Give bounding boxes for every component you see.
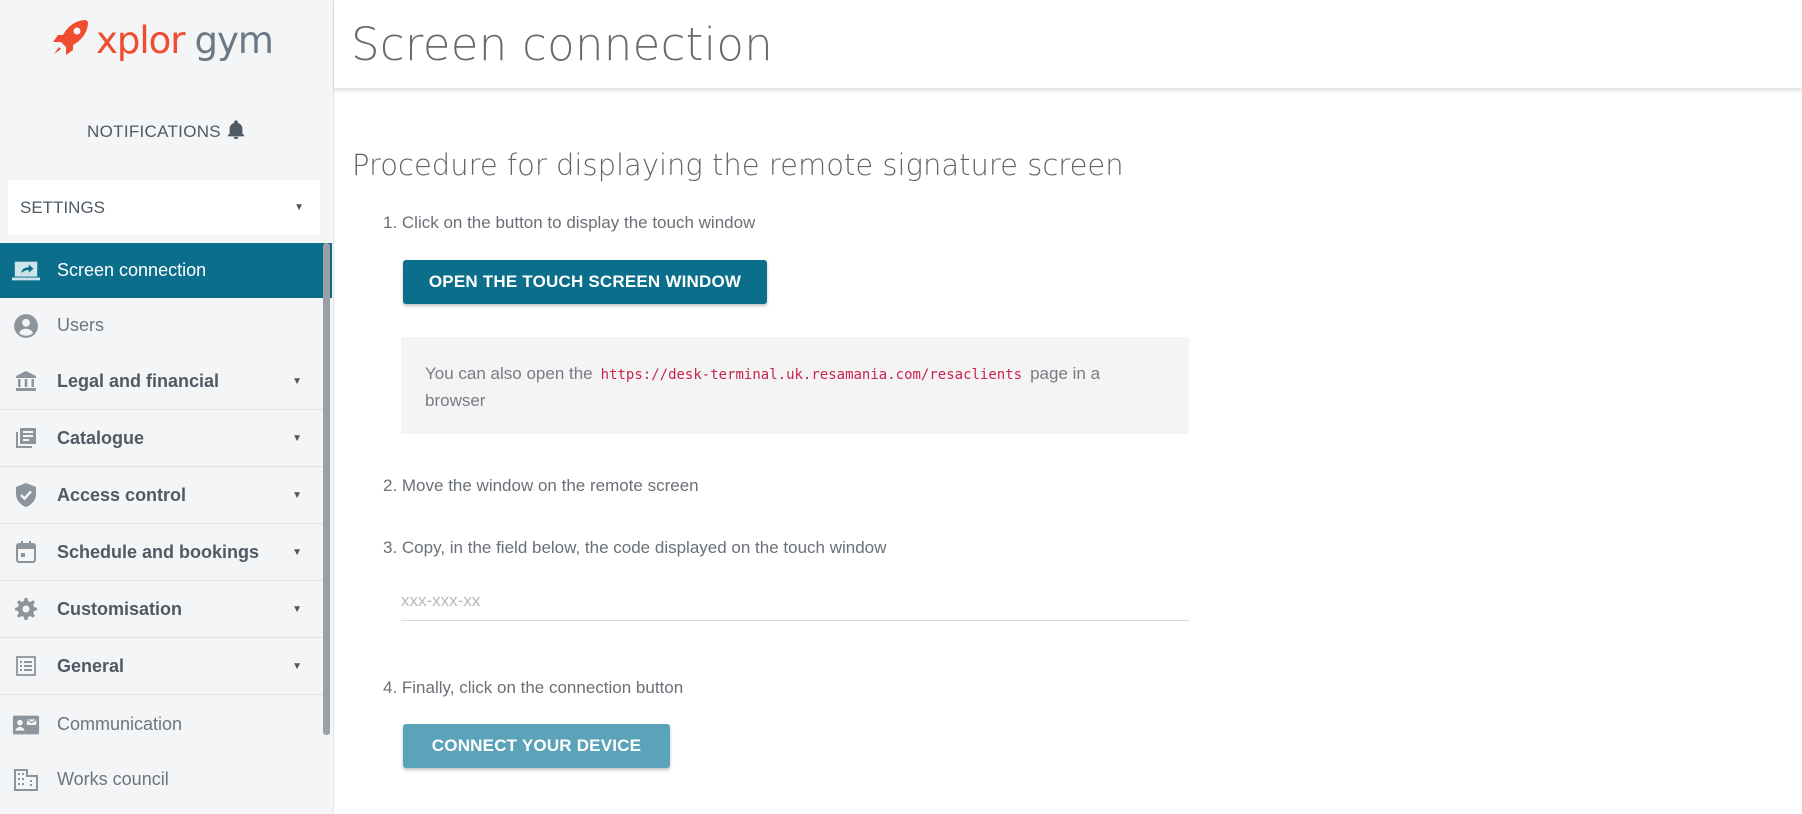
caret-down-icon: ▼ (292, 660, 302, 672)
sidebar-item-users[interactable]: Users (0, 298, 332, 353)
sidebar-item-label: Access control (57, 484, 187, 505)
caret-down-icon: ▼ (292, 546, 302, 558)
open-touch-screen-window-button[interactable]: OPEN THE TOUCH SCREEN WINDOW (403, 260, 767, 304)
account-circle-icon (12, 312, 40, 340)
resaclients-url[interactable]: https://desk-terminal.uk.resamania.com/r… (601, 367, 1022, 383)
sidebar-item-label: Legal and financial (57, 370, 220, 391)
step-2-text: 2. Move the window on the remote screen (383, 476, 699, 495)
section-title: Procedure for displaying the remote sign… (352, 148, 1124, 182)
sidebar-item-general[interactable]: General ▼ (0, 638, 332, 695)
rocket-icon (50, 18, 90, 63)
step-4-text: 4. Finally, click on the connection butt… (383, 678, 684, 697)
contact-mail-icon (12, 711, 40, 739)
caret-down-icon: ▼ (292, 603, 302, 615)
logo-word-gym: gym (194, 18, 274, 62)
caret-down-icon: ▼ (292, 432, 302, 444)
sidebar-item-label: Communication (57, 714, 183, 734)
list-icon (12, 652, 40, 680)
sidebar: xplor gym NOTIFICATIONS SETTINGS ▼ Scree… (0, 0, 334, 814)
calendar-icon (12, 538, 40, 566)
laptop-share-icon (12, 257, 40, 285)
caret-down-icon: ▼ (292, 489, 302, 501)
bank-icon (12, 367, 40, 395)
logo-word-xplor: xplor (96, 18, 186, 62)
page-title: Screen connection (351, 18, 774, 71)
caret-down-icon: ▼ (294, 202, 304, 213)
sidebar-item-screen-connection[interactable]: Screen connection (0, 243, 332, 298)
sidebar-item-label: Customisation (57, 598, 183, 619)
office-building-icon (12, 766, 40, 794)
connect-your-device-button[interactable]: CONNECT YOUR DEVICE (403, 724, 670, 768)
step-3-text: 3. Copy, in the field below, the code di… (383, 538, 887, 557)
caret-down-icon: ▼ (292, 375, 302, 387)
sidebar-item-label: Works council (57, 769, 169, 789)
sidebar-item-label: Users (57, 315, 105, 335)
step-1-text: 1. Click on the button to display the to… (383, 213, 756, 232)
page-header: Screen connection (334, 0, 1802, 89)
sidebar-item-label: Catalogue (57, 427, 145, 448)
sidebar-item-catalogue[interactable]: Catalogue ▼ (0, 410, 332, 467)
sidebar-item-access-control[interactable]: Access control ▼ (0, 467, 332, 524)
info-box: You can also open the https://desk-termin… (401, 337, 1189, 434)
sidebar-item-works-council[interactable]: Works council (0, 752, 332, 807)
info-prefix: You can also open the (425, 364, 593, 383)
gear-icon (12, 595, 40, 623)
sidebar-scrollbar[interactable] (323, 243, 330, 735)
sidebar-item-label: General (57, 655, 125, 676)
notifications-label: NOTIFICATIONS (87, 122, 221, 141)
sidebar-item-schedule-and-bookings[interactable]: Schedule and bookings ▼ (0, 524, 332, 581)
device-code-input[interactable] (401, 582, 1189, 621)
settings-select-value: SETTINGS (20, 197, 106, 217)
info-suffix-2: browser (425, 391, 486, 410)
library-books-icon (12, 424, 40, 452)
sidebar-item-label: Schedule and bookings (57, 541, 260, 562)
sidebar-item-label: Screen connection (57, 260, 207, 280)
sidebar-item-legal-and-financial[interactable]: Legal and financial ▼ (0, 353, 332, 410)
shield-check-icon (12, 481, 40, 509)
info-suffix: page in a (1030, 364, 1101, 383)
bell-icon (221, 118, 247, 147)
logo[interactable]: xplor gym (50, 12, 274, 68)
settings-select[interactable]: SETTINGS ▼ (8, 180, 320, 235)
sidebar-item-customisation[interactable]: Customisation ▼ (0, 581, 332, 638)
sidebar-item-communication[interactable]: Communication (0, 697, 332, 752)
notifications-button[interactable]: NOTIFICATIONS (0, 117, 334, 147)
